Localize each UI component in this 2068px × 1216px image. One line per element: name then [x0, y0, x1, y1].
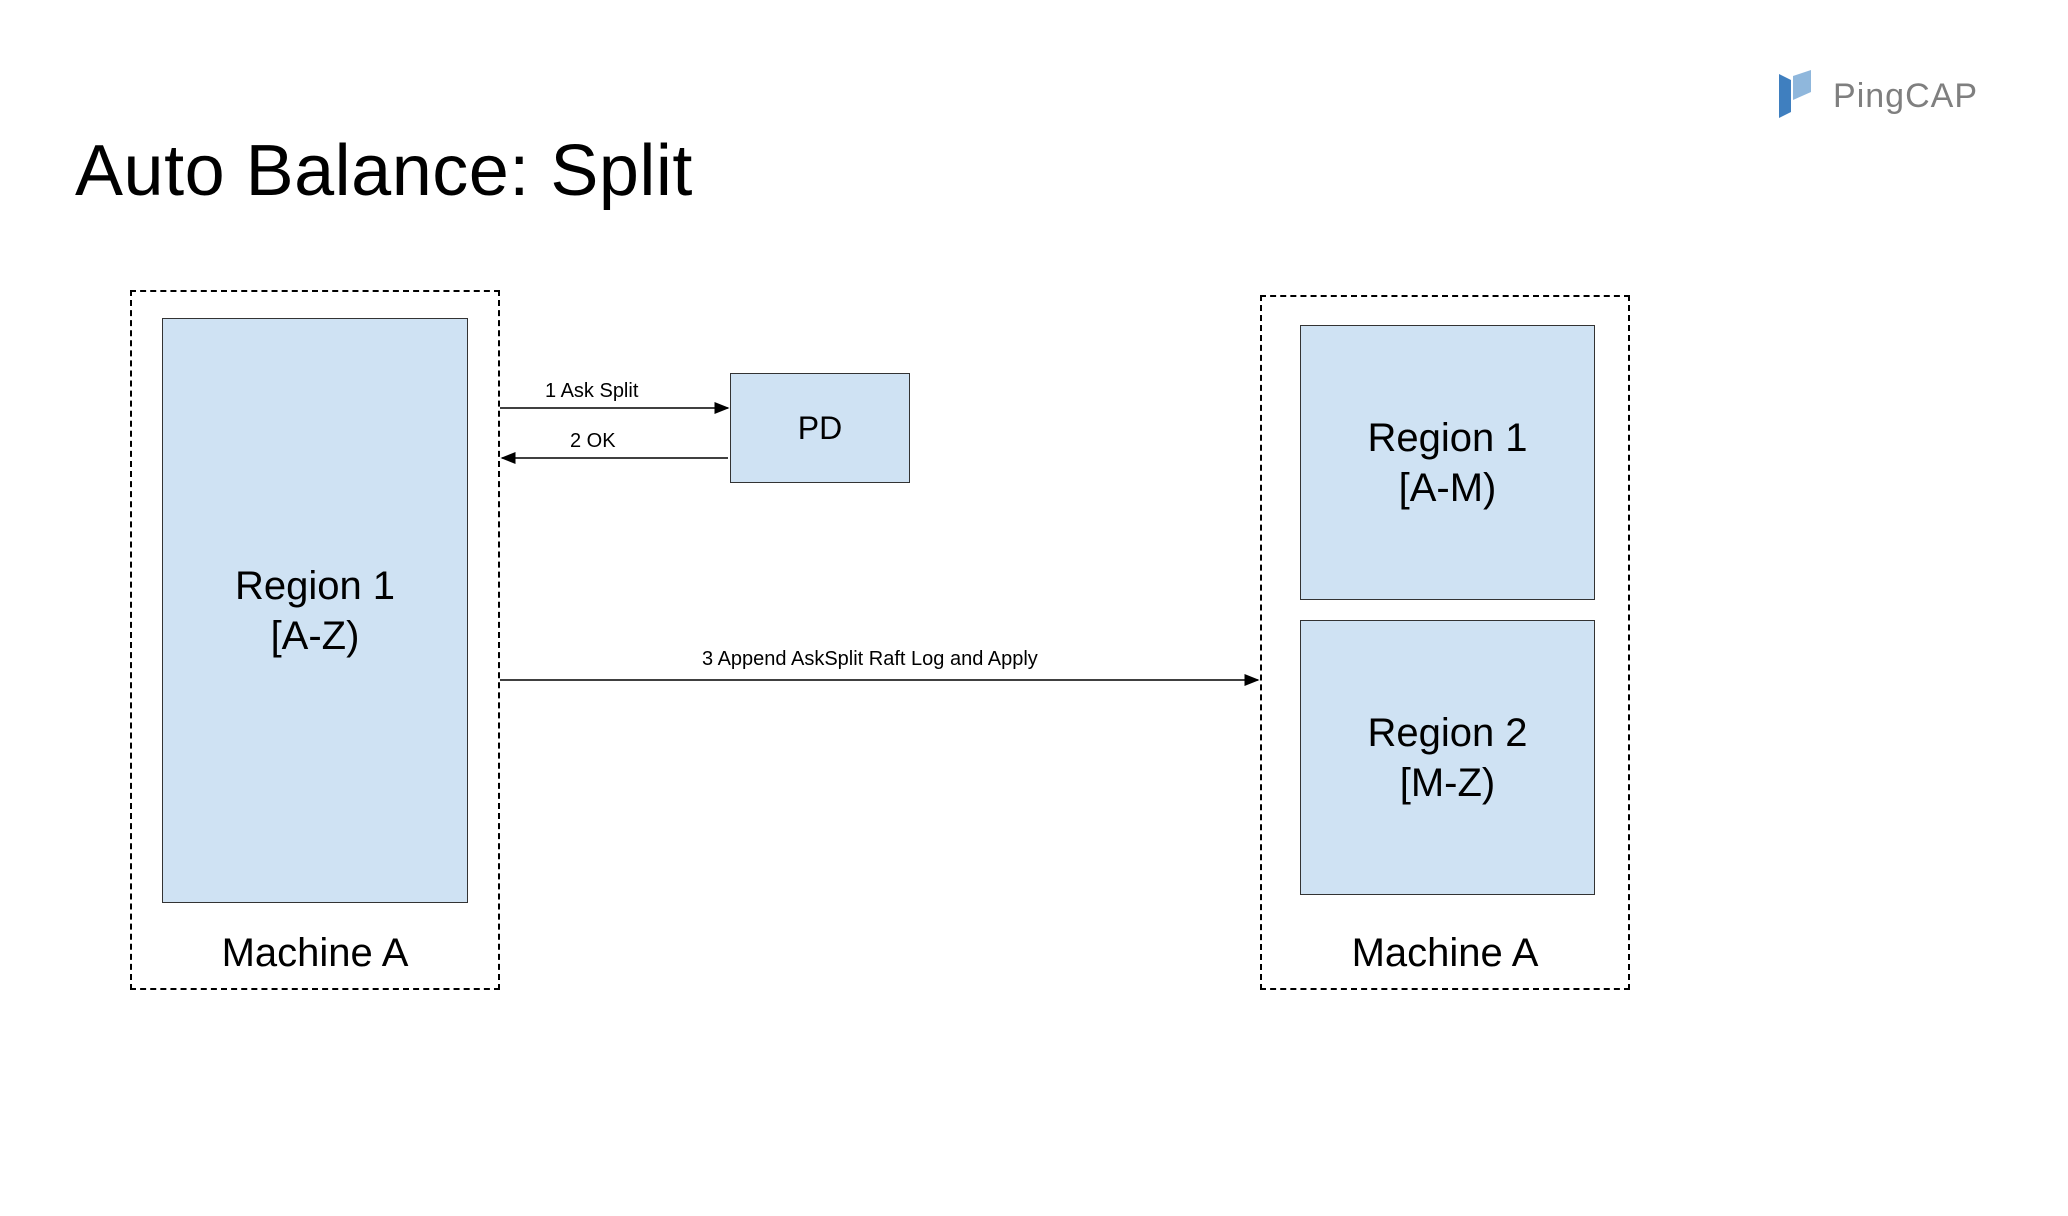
region-2-right: Region 2 [M-Z)	[1300, 620, 1595, 895]
region-2-right-name: Region 2	[1367, 708, 1527, 758]
region-1-right-range: [A-M)	[1399, 463, 1497, 513]
pingcap-logo: PingCAP	[1773, 70, 1978, 122]
machine-a-left-label: Machine A	[132, 931, 498, 976]
region-1-left: Region 1 [A-Z)	[162, 318, 468, 903]
arrow-label-append-apply: 3 Append AskSplit Raft Log and Apply	[702, 648, 1038, 671]
pd-label: PD	[798, 410, 842, 447]
region-1-left-range: [A-Z)	[271, 611, 360, 661]
region-1-right-name: Region 1	[1367, 413, 1527, 463]
region-1-left-name: Region 1	[235, 561, 395, 611]
region-2-right-range: [M-Z)	[1400, 758, 1496, 808]
region-1-right: Region 1 [A-M)	[1300, 325, 1595, 600]
slide-title: Auto Balance: Split	[75, 130, 693, 212]
pingcap-logo-icon	[1773, 70, 1817, 122]
arrow-label-ask-split: 1 Ask Split	[545, 380, 638, 403]
arrow-label-ok: 2 OK	[570, 430, 616, 453]
pingcap-logo-text: PingCAP	[1833, 77, 1978, 116]
pd-box: PD	[730, 373, 910, 483]
machine-a-right-label: Machine A	[1262, 931, 1628, 976]
